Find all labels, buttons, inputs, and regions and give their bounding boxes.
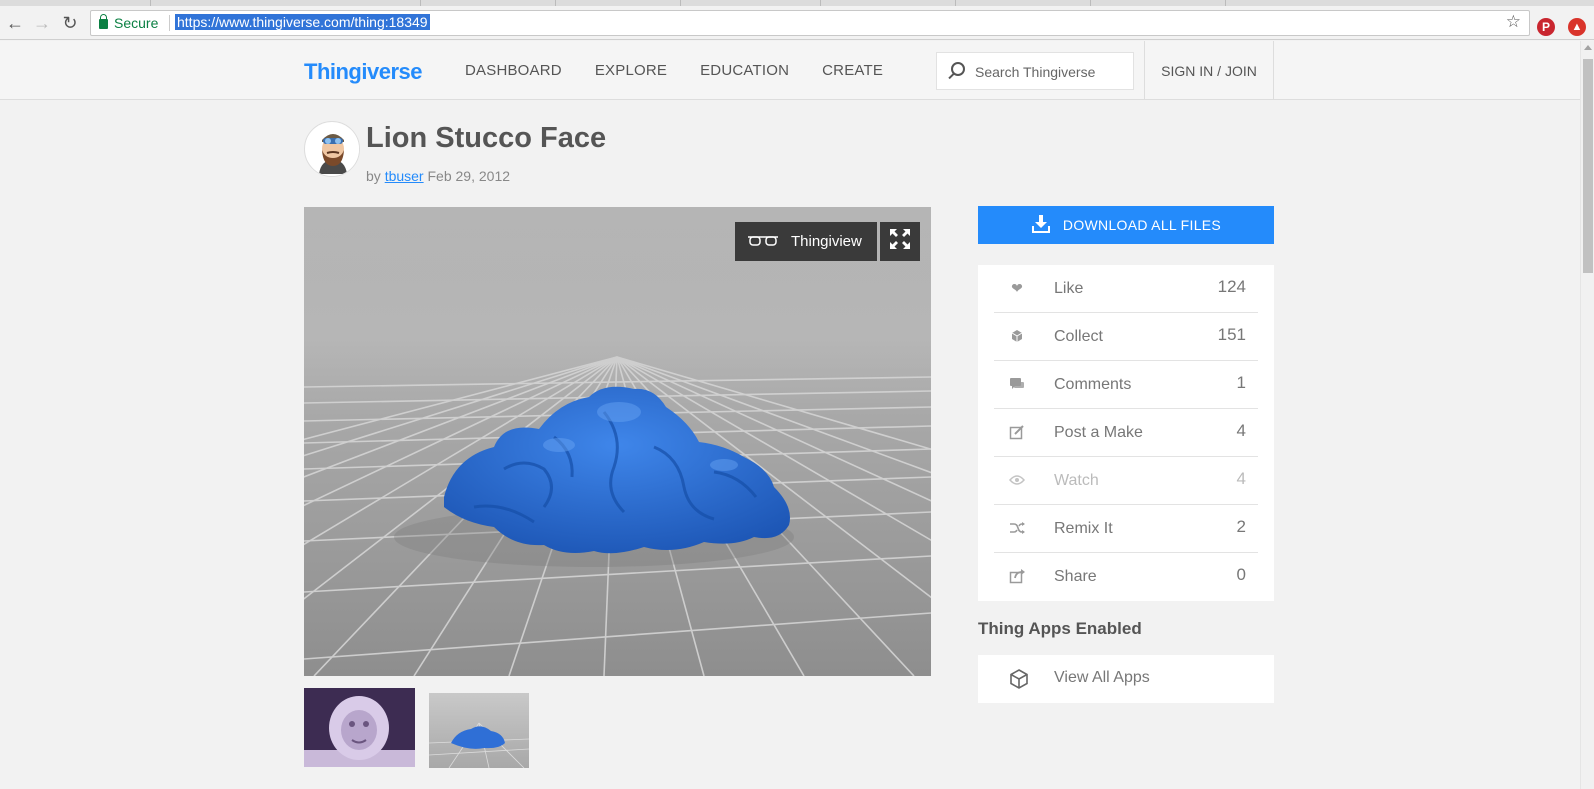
download-label: DOWNLOAD ALL FILES [1062,217,1222,233]
fullscreen-button[interactable] [880,222,920,261]
url-text[interactable]: https://www.thingiverse.com/thing:18349 [175,14,430,30]
remix-icon [1008,519,1026,537]
nav-explore[interactable]: EXPLORE [595,62,667,79]
search-icon [951,62,965,76]
stat-watch[interactable]: Watch 4 [994,457,1258,505]
eye-icon [1008,471,1026,489]
pinterest-extension-icon[interactable]: P [1537,18,1555,36]
cube-icon [1008,668,1030,695]
nav-education[interactable]: EDUCATION [700,62,789,79]
publish-date: Feb 29, 2012 [427,168,511,184]
share-icon [1008,567,1026,585]
page-scrollbar[interactable] [1580,41,1594,789]
stat-share[interactable]: Share 0 [994,553,1258,601]
model-viewer[interactable] [304,207,931,676]
collect-count: 151 [1217,325,1246,344]
bookmark-star-icon[interactable]: ☆ [1506,12,1521,32]
reload-icon[interactable]: ↻ [59,12,81,34]
main-nav: DASHBOARD EXPLORE EDUCATION CREATE [465,62,916,79]
browser-toolbar: ← → ↻ Secure https://www.thingiverse.com… [0,6,1594,40]
secure-indicator[interactable]: Secure [99,14,159,31]
comments-icon [1008,375,1026,393]
scrollbar-thumb[interactable] [1583,59,1593,273]
thingiview-label: Thingiview [791,233,862,250]
expand-icon [889,228,911,255]
thingiverse-logo[interactable]: Thingiverse [304,59,422,85]
like-count: 124 [1217,277,1246,296]
share-count: 0 [1236,565,1246,584]
remix-count: 2 [1236,517,1246,536]
download-icon [1031,214,1051,237]
watch-count: 4 [1236,469,1246,488]
page-title: Lion Stucco Face [366,122,607,154]
nav-create[interactable]: CREATE [822,62,883,79]
stats-panel: ❤ Like 124 Collect 151 Comments 1 Post a… [978,265,1274,601]
thing-apps-heading: Thing Apps Enabled [978,619,1142,638]
search-input[interactable]: Search Thingiverse [936,52,1134,90]
stat-like[interactable]: ❤ Like 124 [994,265,1258,313]
view-all-apps-link[interactable]: View All Apps [978,655,1274,703]
heart-icon: ❤ [1011,279,1023,296]
post-make-count: 4 [1236,421,1246,440]
stat-collect[interactable]: Collect 151 [994,313,1258,361]
thumbnail-render[interactable] [429,693,529,768]
thingiview-button[interactable]: Thingiview [735,222,877,261]
address-bar[interactable]: Secure https://www.thingiverse.com/thing… [90,10,1530,36]
extension-icon[interactable]: ▲ [1568,18,1586,36]
comments-count: 1 [1236,373,1246,392]
nav-dashboard[interactable]: DASHBOARD [465,62,562,79]
stat-post-make[interactable]: Post a Make 4 [994,409,1258,457]
lock-icon [99,14,108,29]
collect-icon [1008,327,1026,345]
download-all-files-button[interactable]: DOWNLOAD ALL FILES [978,206,1274,244]
author-avatar[interactable] [304,121,360,177]
site-header: Thingiverse DASHBOARD EXPLORE EDUCATION … [0,41,1580,100]
secure-label: Secure [114,15,159,31]
sign-in-join-button[interactable]: SIGN IN / JOIN [1144,41,1274,100]
glasses-icon [747,233,779,251]
stat-remix[interactable]: Remix It 2 [994,505,1258,553]
back-icon[interactable]: ← [4,12,26,34]
search-placeholder: Search Thingiverse [975,64,1096,80]
author-link[interactable]: tbuser [385,168,424,184]
byline: by tbuser Feb 29, 2012 [366,168,511,184]
forward-icon[interactable]: → [31,12,53,34]
stat-comments[interactable]: Comments 1 [994,361,1258,409]
thumbnail-photo[interactable] [304,688,415,767]
post-make-icon [1008,423,1026,441]
